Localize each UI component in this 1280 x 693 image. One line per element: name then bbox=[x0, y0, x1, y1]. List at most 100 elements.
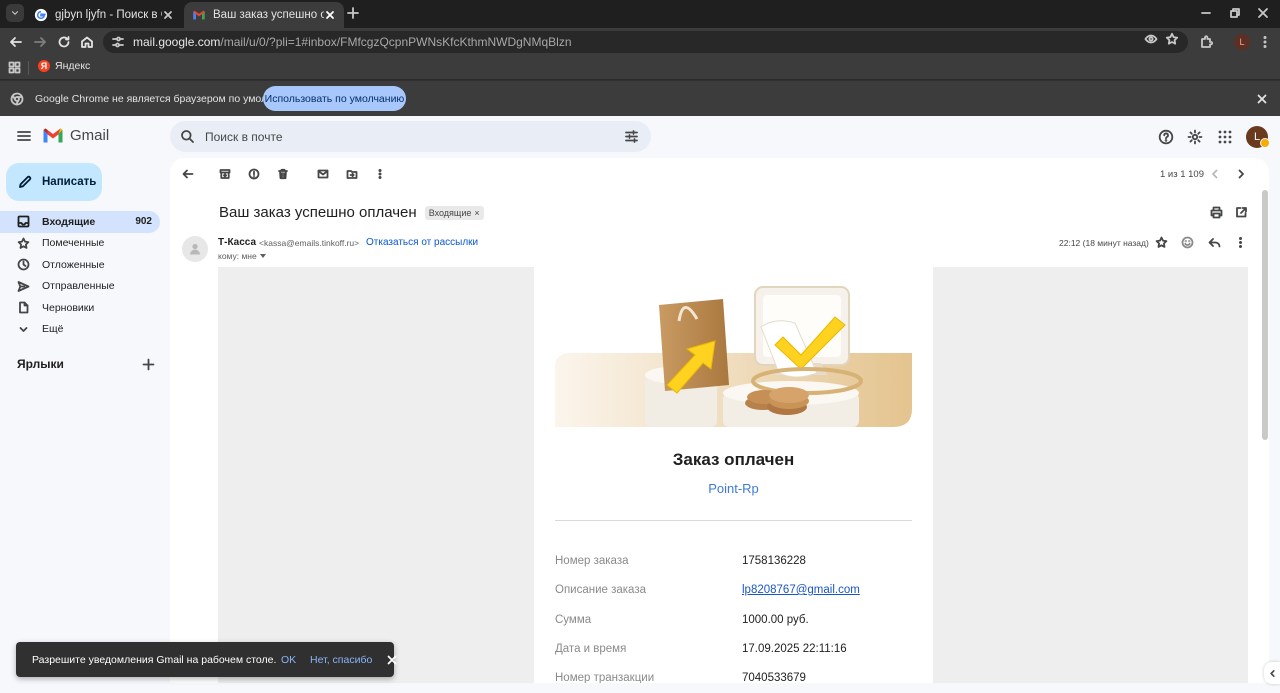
person-icon bbox=[190, 243, 200, 255]
site-settings-icon[interactable] bbox=[111, 35, 125, 49]
google-apps-icon[interactable] bbox=[1217, 129, 1233, 145]
datetime-value: 17.09.2025 22:11:16 bbox=[742, 643, 847, 655]
merchant-name: Point-Rp bbox=[708, 481, 759, 496]
close-tab-icon[interactable] bbox=[162, 9, 174, 21]
apps-grid-icon[interactable] bbox=[8, 61, 21, 74]
mark-unread-icon[interactable] bbox=[317, 168, 329, 180]
reply-icon[interactable] bbox=[1208, 236, 1221, 249]
close-tab-icon[interactable] bbox=[324, 9, 336, 21]
toast-ok-button[interactable]: OK bbox=[281, 654, 296, 666]
clock-icon bbox=[17, 258, 30, 271]
star-icon[interactable] bbox=[1155, 236, 1168, 249]
back-icon[interactable] bbox=[8, 34, 24, 50]
labels-heading: Ярлыки bbox=[17, 357, 64, 371]
account-alert-badge bbox=[1260, 138, 1270, 148]
google-favicon-icon bbox=[34, 8, 48, 22]
main-menu-icon[interactable] bbox=[16, 128, 32, 144]
pencil-icon bbox=[19, 175, 32, 188]
remove-label-icon[interactable]: × bbox=[474, 208, 479, 218]
more-options-icon[interactable] bbox=[374, 168, 386, 180]
report-spam-icon[interactable] bbox=[248, 168, 260, 180]
sidebar-item-starred[interactable]: Помеченные bbox=[0, 233, 170, 255]
bookmark-label: Яндекс bbox=[55, 60, 91, 72]
more-vert-icon[interactable] bbox=[1258, 35, 1272, 49]
minimize-icon[interactable] bbox=[1199, 6, 1213, 20]
amount-value: 1000.00 руб. bbox=[742, 614, 809, 626]
unsubscribe-link[interactable]: Отказаться от рассылки bbox=[366, 237, 478, 248]
bookmark-star-icon[interactable] bbox=[1165, 32, 1179, 46]
chevron-down-icon bbox=[19, 326, 28, 332]
add-reaction-icon[interactable] bbox=[1181, 236, 1194, 249]
search-input[interactable] bbox=[205, 129, 605, 144]
order-number-value: 1758136228 bbox=[742, 555, 806, 567]
move-to-icon[interactable] bbox=[346, 168, 358, 180]
sender-email: <kassa@emails.tinkoff.ru> bbox=[259, 238, 360, 248]
more-vert-icon[interactable] bbox=[1234, 236, 1247, 249]
tab-search-button[interactable] bbox=[6, 4, 24, 22]
older-icon[interactable] bbox=[1235, 168, 1247, 180]
toast-no-thanks-button[interactable]: Нет, спасибо bbox=[310, 654, 372, 666]
sidebar-item-snoozed[interactable]: Отложенные bbox=[0, 254, 170, 276]
receipt-title: Заказ оплачен bbox=[672, 450, 795, 469]
eye-icon[interactable] bbox=[1144, 32, 1158, 46]
mail-folder-list: Входящие 902 Помеченные Отложенные Отпра… bbox=[0, 211, 170, 340]
address-bar[interactable]: mail.google.com/mail/u/0/?pli=1#inbox/FM… bbox=[103, 31, 1188, 53]
inbox-label-chip[interactable]: Входящие × bbox=[424, 205, 484, 220]
bookmark-yandex[interactable]: Я Яндекс bbox=[38, 60, 90, 72]
print-icon[interactable] bbox=[1210, 206, 1223, 219]
sidebar-item-more[interactable]: Ещё bbox=[0, 319, 170, 341]
sender-avatar[interactable] bbox=[182, 236, 208, 262]
sidebar-item-label: Входящие bbox=[42, 215, 96, 228]
add-label-icon[interactable] bbox=[142, 358, 155, 371]
new-tab-icon[interactable] bbox=[345, 5, 361, 21]
mail-search-bar[interactable] bbox=[170, 121, 651, 152]
tab-gmail[interactable]: Ваш заказ успешно оплачен - bbox=[184, 2, 344, 28]
close-icon[interactable] bbox=[1256, 93, 1268, 105]
sender-name[interactable]: Т-Касса bbox=[218, 237, 256, 248]
open-in-new-window-icon[interactable] bbox=[1235, 206, 1248, 219]
order-description-label: Описание заказа bbox=[555, 584, 646, 596]
browser-tab-strip: gjbyn ljyfn - Поиск в Google Ваш заказ у… bbox=[0, 0, 1280, 28]
tab-google-search[interactable]: gjbyn ljyfn - Поиск в Google bbox=[26, 2, 182, 28]
sidebar-item-label: Отправленные bbox=[42, 280, 115, 293]
forward-icon[interactable] bbox=[32, 34, 48, 50]
sidebar-item-inbox[interactable]: Входящие 902 bbox=[0, 211, 160, 233]
reload-icon[interactable] bbox=[56, 34, 72, 50]
payment-illustration bbox=[555, 286, 912, 427]
url-path: /mail/u/0/?pli=1#inbox/FMfcgzQcpnPWNsKfc… bbox=[220, 35, 572, 49]
back-to-inbox-icon[interactable] bbox=[182, 168, 194, 180]
order-number-label: Номер заказа bbox=[555, 555, 629, 567]
message-pane: 1 из 1 109 Ваш заказ успешно оплачен Вхо… bbox=[170, 158, 1269, 683]
side-panel-toggle[interactable] bbox=[1264, 662, 1280, 684]
archive-icon[interactable] bbox=[219, 168, 231, 180]
settings-gear-icon[interactable] bbox=[1187, 129, 1203, 145]
message-scrollbar[interactable] bbox=[1262, 190, 1268, 440]
close-window-icon[interactable] bbox=[1256, 6, 1270, 20]
close-icon[interactable] bbox=[387, 655, 397, 665]
home-icon[interactable] bbox=[79, 34, 95, 50]
transaction-number-value: 7040533679 bbox=[742, 672, 806, 683]
recipients-toggle[interactable]: кому: мне bbox=[218, 251, 266, 261]
sidebar-item-drafts[interactable]: Черновики bbox=[0, 297, 170, 319]
caret-down-icon bbox=[259, 254, 266, 258]
send-icon bbox=[17, 280, 30, 292]
gmail-m-logo-icon bbox=[43, 128, 63, 143]
newer-icon[interactable] bbox=[1209, 168, 1221, 180]
toast-text: Разрешите уведомления Gmail на рабочем с… bbox=[32, 654, 277, 666]
extensions-icon[interactable] bbox=[1199, 35, 1213, 49]
search-options-icon[interactable] bbox=[624, 129, 639, 144]
help-icon[interactable] bbox=[1158, 129, 1174, 145]
set-default-button[interactable]: Использовать по умолчанию bbox=[263, 86, 406, 111]
order-description-link[interactable]: lp8208767@gmail.com bbox=[742, 584, 860, 596]
gmail-logo[interactable]: Gmail bbox=[42, 127, 109, 144]
compose-button[interactable]: Написать bbox=[6, 163, 102, 201]
gmail-wordmark: Gmail bbox=[70, 127, 110, 144]
delete-icon[interactable] bbox=[277, 168, 289, 180]
bookmark-divider bbox=[28, 61, 29, 75]
profile-avatar[interactable]: L bbox=[1234, 34, 1250, 50]
browser-toolbar: mail.google.com/mail/u/0/?pli=1#inbox/FM… bbox=[0, 28, 1280, 56]
search-icon[interactable] bbox=[180, 129, 195, 144]
sidebar-item-sent[interactable]: Отправленные bbox=[0, 276, 170, 298]
restore-icon[interactable] bbox=[1228, 6, 1242, 20]
yandex-logo-icon: Я bbox=[38, 60, 50, 72]
